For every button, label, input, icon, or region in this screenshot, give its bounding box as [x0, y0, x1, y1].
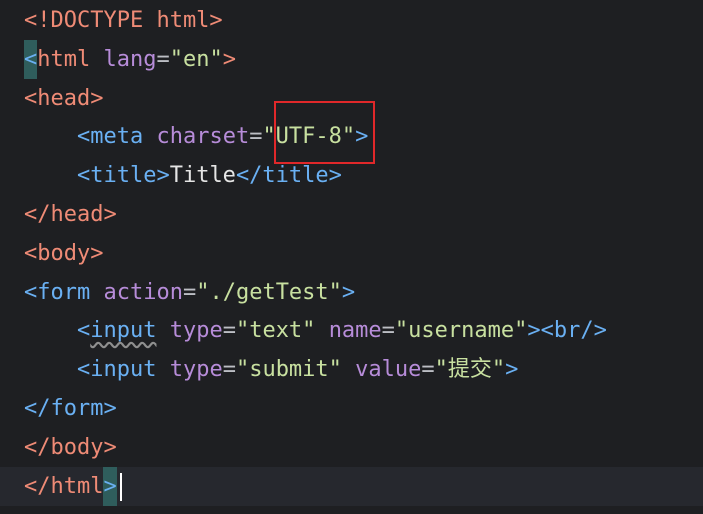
- code-token: html: [37, 46, 91, 72]
- code-token: <!DOCTYPE html>: [24, 8, 223, 33]
- code-token: <input: [76, 357, 157, 383]
- code-token: "username": [394, 318, 528, 344]
- code-token: </title>: [235, 163, 342, 189]
- code-line-text: </html>: [24, 466, 117, 506]
- code-line-text: <title>Title</title>: [24, 156, 342, 195]
- code-token: charset: [156, 124, 250, 150]
- code-token: "submit": [235, 357, 342, 383]
- code-line[interactable]: </head>: [0, 195, 703, 234]
- code-token: "提交": [434, 357, 506, 383]
- code-token: action: [103, 279, 183, 305]
- code-token: >: [505, 357, 519, 383]
- code-editor[interactable]: </html> </body> </form> <input type="submi…: [0, 0, 703, 514]
- code-token: =: [156, 46, 170, 72]
- code-line-text: </form>: [24, 389, 117, 428]
- code-line[interactable]: </body>: [0, 428, 703, 467]
- code-token: <body>: [24, 240, 104, 266]
- code-line[interactable]: </form>: [0, 389, 703, 428]
- code-line[interactable]: <input type="submit" value="提交">: [0, 350, 703, 389]
- code-line-text: <head>: [24, 79, 103, 118]
- code-token: "text": [235, 318, 316, 344]
- code-line[interactable]: <head>: [0, 79, 703, 118]
- code-token: =: [182, 279, 197, 305]
- code-token: value: [355, 357, 422, 383]
- code-line[interactable]: <form action="./getTest">: [0, 273, 703, 312]
- code-line-text: <html lang="en">: [24, 39, 236, 79]
- code-token: "UTF-8": [262, 124, 356, 150]
- code-token: =: [381, 318, 395, 344]
- text-caret: [120, 472, 122, 501]
- code-line-text: </head>: [24, 195, 117, 234]
- code-token: >: [222, 46, 236, 72]
- code-token: =: [222, 318, 236, 344]
- code-line-text: <!DOCTYPE html>: [24, 1, 223, 40]
- code-token: Title: [169, 163, 236, 189]
- code-token: name: [328, 318, 382, 344]
- code-token: lang: [103, 46, 157, 72]
- code-token: </form>: [24, 396, 117, 421]
- code-line[interactable]: <title>Title</title>: [0, 156, 703, 195]
- code-line-text: <input type="submit" value="提交">: [24, 350, 518, 389]
- code-token: </head>: [24, 202, 117, 227]
- code-token: =: [249, 124, 263, 150]
- code-token: =: [222, 357, 236, 383]
- code-token: <: [24, 39, 38, 79]
- code-line[interactable]: <meta charset="UTF-8">: [0, 117, 703, 156]
- code-token: >: [341, 279, 356, 305]
- code-line[interactable]: <body>: [0, 234, 703, 273]
- code-token: "./getTest": [196, 279, 342, 305]
- code-token: type: [169, 357, 223, 383]
- code-token: type: [169, 318, 223, 344]
- code-line[interactable]: <!DOCTYPE html>: [0, 1, 703, 40]
- code-token: </body>: [24, 434, 117, 460]
- code-token: <title>: [76, 163, 170, 189]
- code-token: "en": [169, 46, 223, 72]
- code-line-text: <meta charset="UTF-8">: [24, 117, 368, 156]
- code-token: <meta: [76, 124, 144, 150]
- code-token: >: [103, 466, 117, 506]
- code-line-text: <form action="./getTest">: [24, 273, 355, 312]
- code-token: <form: [24, 279, 91, 305]
- code-line-text: </body>: [24, 428, 117, 467]
- code-token: input: [90, 318, 157, 344]
- code-line[interactable]: <input type="text" name="username"><br/>: [0, 311, 703, 350]
- code-token: >: [355, 124, 369, 150]
- code-token: =: [421, 357, 435, 383]
- code-line-text: <body>: [24, 234, 103, 273]
- code-token: <: [76, 318, 91, 344]
- code-line-text: <input type="text" name="username"><br/>: [24, 311, 607, 350]
- code-token: ><br/>: [527, 318, 607, 344]
- code-token: </html: [24, 473, 104, 499]
- code-line[interactable]: <html lang="en">: [0, 39, 703, 79]
- code-line[interactable]: </html>: [0, 466, 703, 506]
- code-token: <head>: [24, 85, 104, 111]
